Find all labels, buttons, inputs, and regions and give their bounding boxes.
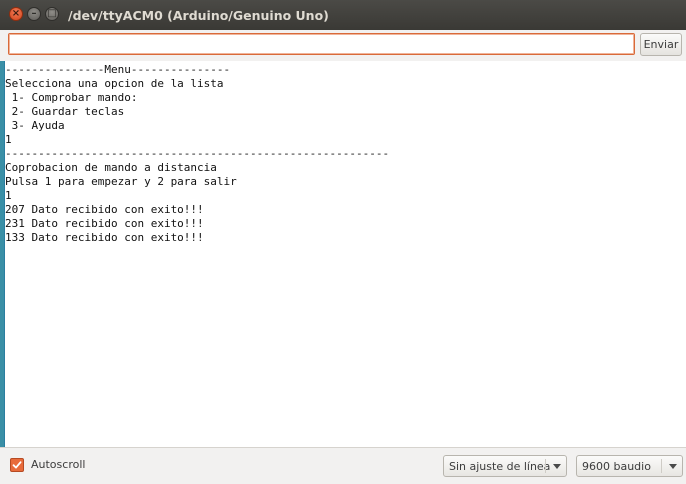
close-window-button[interactable]: ×: [9, 7, 23, 21]
checkmark-icon: [12, 461, 22, 469]
baud-rate-value: 9600 baudio: [582, 460, 651, 473]
output-line: Coprobacion de mando a distancia: [5, 161, 217, 174]
maximize-icon: □: [47, 8, 57, 19]
baud-rate-select[interactable]: 9600 baudio: [576, 455, 683, 477]
window-title: /dev/ttyACM0 (Arduino/Genuino Uno): [68, 8, 329, 23]
minimize-icon: –: [31, 8, 37, 19]
chevron-down-icon: [553, 464, 561, 469]
output-line: 231 Dato recibido con exito!!!: [5, 217, 204, 230]
output-line: Selecciona una opcion de la lista: [5, 77, 224, 90]
serial-output[interactable]: ---------------Menu--------------- Selecc…: [4, 61, 686, 447]
send-input[interactable]: [8, 33, 635, 55]
output-line: 2- Guardar teclas: [5, 105, 125, 118]
output-line: 3- Ayuda: [5, 119, 65, 132]
output-line: 207 Dato recibido con exito!!!: [5, 203, 204, 216]
minimize-window-button[interactable]: –: [27, 7, 41, 21]
bottom-bar: Autoscroll Sin ajuste de línea 9600 baud…: [0, 447, 686, 484]
output-line: ----------------------------------------…: [5, 147, 390, 160]
maximize-window-button[interactable]: □: [45, 7, 59, 21]
line-ending-value: Sin ajuste de línea: [449, 460, 551, 473]
select-separator: [545, 459, 546, 473]
output-line: 133 Dato recibido con exito!!!: [5, 231, 204, 244]
chevron-down-icon: [669, 464, 677, 469]
autoscroll-label[interactable]: Autoscroll: [31, 458, 85, 471]
output-line: 1: [5, 133, 12, 146]
line-ending-select[interactable]: Sin ajuste de línea: [443, 455, 567, 477]
window-titlebar: × – □ /dev/ttyACM0 (Arduino/Genuino Uno): [0, 0, 686, 30]
close-icon: ×: [11, 8, 21, 19]
output-line: 1: [5, 189, 12, 202]
autoscroll-checkbox[interactable]: [10, 458, 24, 472]
output-line: Pulsa 1 para empezar y 2 para salir: [5, 175, 237, 188]
output-line: 1- Comprobar mando:: [5, 91, 138, 104]
send-button[interactable]: Enviar: [640, 33, 682, 56]
output-line: ---------------Menu---------------: [5, 63, 231, 76]
select-separator: [661, 459, 662, 473]
output-lines: ---------------Menu--------------- Selecc…: [5, 61, 686, 245]
